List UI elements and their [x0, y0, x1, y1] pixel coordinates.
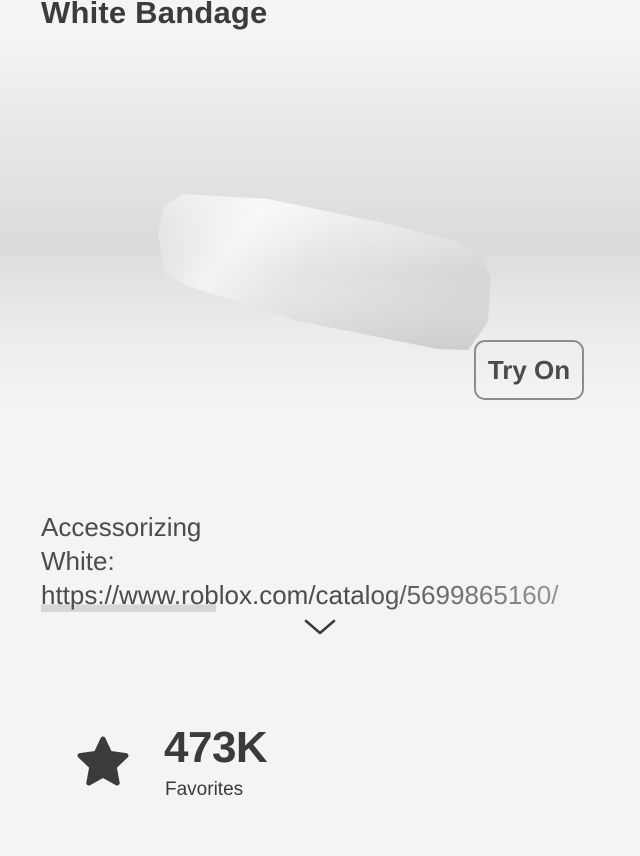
item-description: Accessorizing White: https://www.roblox.…	[41, 510, 611, 612]
description-line: Accessorizing	[41, 512, 202, 542]
try-on-button[interactable]: Try On	[474, 340, 584, 400]
favorites-count: 473K	[164, 723, 268, 772]
description-link[interactable]: https://www.roblox.com/catalog/569986516…	[41, 578, 611, 612]
chevron-down-icon	[304, 619, 336, 635]
white-bandage-model	[158, 194, 491, 350]
star-icon[interactable]	[76, 736, 130, 788]
item-title: White Bandage	[41, 0, 268, 30]
expand-description-button[interactable]	[300, 612, 340, 642]
favorites-label: Favorites	[165, 779, 244, 800]
favorites-stat: 473K Favorites	[76, 722, 336, 812]
description-line: White:	[41, 546, 115, 576]
